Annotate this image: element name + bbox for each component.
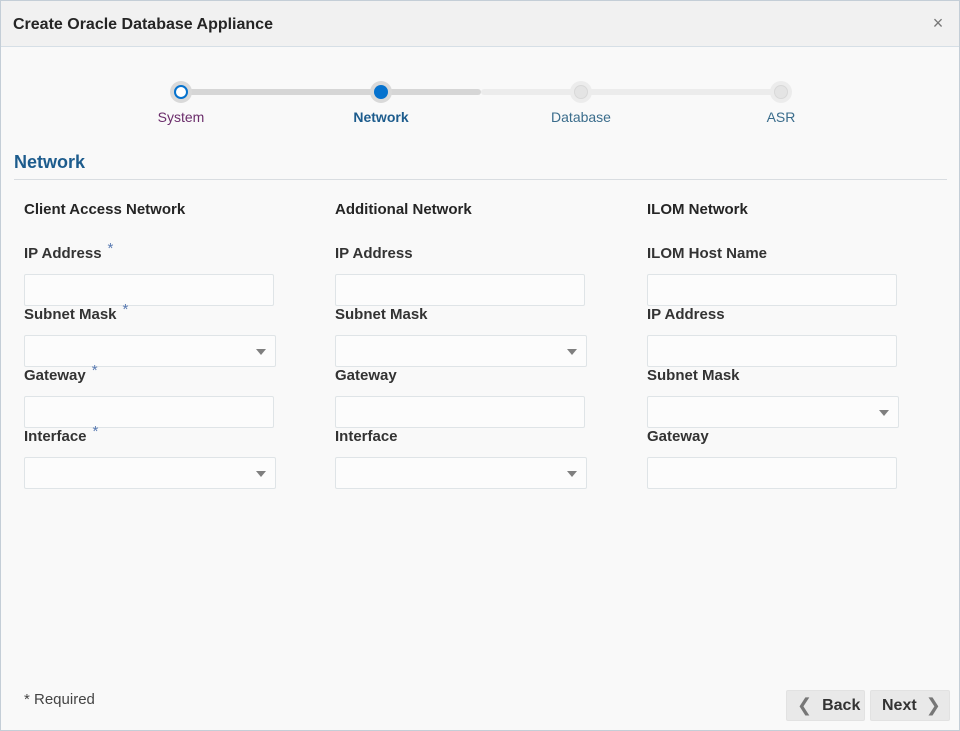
dropdown-caret-icon bbox=[256, 349, 266, 355]
train-label-asr: ASR bbox=[766, 109, 796, 125]
ilom-gateway-input[interactable] bbox=[647, 457, 897, 489]
client-subnet-label: Subnet Mask bbox=[24, 306, 117, 323]
required-indicator: * bbox=[92, 423, 99, 440]
chevron-right-icon: ❯ bbox=[925, 695, 941, 715]
additional-subnet-label: Subnet Mask bbox=[335, 306, 428, 323]
required-indicator: * bbox=[91, 362, 98, 379]
ilom-gateway-field: Gateway bbox=[647, 428, 907, 489]
ilom-ip-input[interactable] bbox=[647, 335, 897, 367]
train-label-network[interactable]: Network bbox=[321, 109, 441, 125]
ilom-network-heading: ILOM Network bbox=[647, 201, 748, 218]
next-button[interactable]: Next ❯ bbox=[870, 690, 950, 721]
section-title: Network bbox=[14, 152, 86, 172]
ilom-subnet-select[interactable] bbox=[647, 396, 899, 428]
additional-subnet-select[interactable] bbox=[335, 335, 587, 367]
additional-subnet-field: Subnet Mask bbox=[335, 306, 595, 367]
train-label-system[interactable]: System bbox=[121, 109, 241, 125]
train-stop-network[interactable] bbox=[370, 81, 392, 103]
chevron-left-icon: ❮ bbox=[797, 695, 813, 715]
train-track-remaining bbox=[481, 89, 781, 95]
client-subnet-select[interactable] bbox=[24, 335, 276, 367]
train-stop-system[interactable] bbox=[170, 81, 192, 103]
additional-ip-field: IP Address bbox=[335, 245, 595, 306]
required-indicator: * bbox=[107, 240, 114, 257]
additional-interface-label: Interface bbox=[335, 428, 398, 445]
client-gateway-field: Gateway * bbox=[24, 362, 284, 428]
ilom-subnet-field: Subnet Mask bbox=[647, 367, 907, 428]
client-subnet-field: Subnet Mask * bbox=[24, 301, 284, 367]
client-access-heading: Client Access Network bbox=[24, 201, 186, 218]
client-ip-field: IP Address * bbox=[24, 240, 284, 306]
section-divider bbox=[14, 179, 947, 180]
client-ip-input[interactable] bbox=[24, 274, 274, 306]
dropdown-caret-icon bbox=[567, 349, 577, 355]
ilom-host-label: ILOM Host Name bbox=[647, 245, 768, 262]
client-gateway-input[interactable] bbox=[24, 396, 274, 428]
ilom-host-input[interactable] bbox=[647, 274, 897, 306]
train-stop-asr bbox=[770, 81, 792, 103]
create-appliance-dialog: Create Oracle Database Appliance × Syste… bbox=[0, 0, 960, 731]
dropdown-caret-icon bbox=[567, 471, 577, 477]
train-track-completed bbox=[187, 89, 481, 95]
dropdown-caret-icon bbox=[256, 471, 266, 477]
client-ip-label: IP Address bbox=[24, 245, 102, 262]
required-note: * Required bbox=[24, 691, 95, 708]
ilom-gateway-label: Gateway bbox=[647, 428, 709, 445]
train-stop-database bbox=[570, 81, 592, 103]
additional-ip-label: IP Address bbox=[335, 245, 413, 262]
back-button[interactable]: ❮ Back bbox=[786, 690, 865, 721]
dialog-header: Create Oracle Database Appliance × bbox=[1, 1, 959, 47]
ilom-host-field: ILOM Host Name bbox=[647, 245, 907, 306]
client-interface-label: Interface bbox=[24, 428, 87, 445]
additional-gateway-label: Gateway bbox=[335, 367, 397, 384]
wizard-train: System Network Database ASR bbox=[1, 81, 959, 131]
ilom-ip-field: IP Address bbox=[647, 306, 907, 367]
additional-gateway-input[interactable] bbox=[335, 396, 585, 428]
client-gateway-label: Gateway bbox=[24, 367, 86, 384]
additional-interface-field: Interface bbox=[335, 428, 595, 489]
close-icon[interactable]: × bbox=[929, 13, 947, 33]
ilom-ip-label: IP Address bbox=[647, 306, 725, 323]
additional-ip-input[interactable] bbox=[335, 274, 585, 306]
dropdown-caret-icon bbox=[879, 410, 889, 416]
additional-interface-select[interactable] bbox=[335, 457, 587, 489]
client-interface-field: Interface * bbox=[24, 423, 284, 489]
required-indicator: * bbox=[122, 301, 129, 318]
back-button-label: Back bbox=[822, 696, 861, 714]
additional-network-column: Additional Network IP Address Subnet Mas… bbox=[335, 201, 595, 489]
next-button-label: Next bbox=[882, 696, 917, 714]
additional-network-heading: Additional Network bbox=[335, 201, 472, 218]
ilom-subnet-label: Subnet Mask bbox=[647, 367, 740, 384]
additional-gateway-field: Gateway bbox=[335, 367, 595, 428]
dialog-title: Create Oracle Database Appliance bbox=[13, 16, 273, 33]
client-interface-select[interactable] bbox=[24, 457, 276, 489]
train-label-database: Database bbox=[551, 109, 611, 125]
ilom-network-column: ILOM Network ILOM Host Name IP Address S… bbox=[647, 201, 907, 489]
client-access-column: Client Access Network IP Address * Subnet… bbox=[24, 201, 284, 489]
